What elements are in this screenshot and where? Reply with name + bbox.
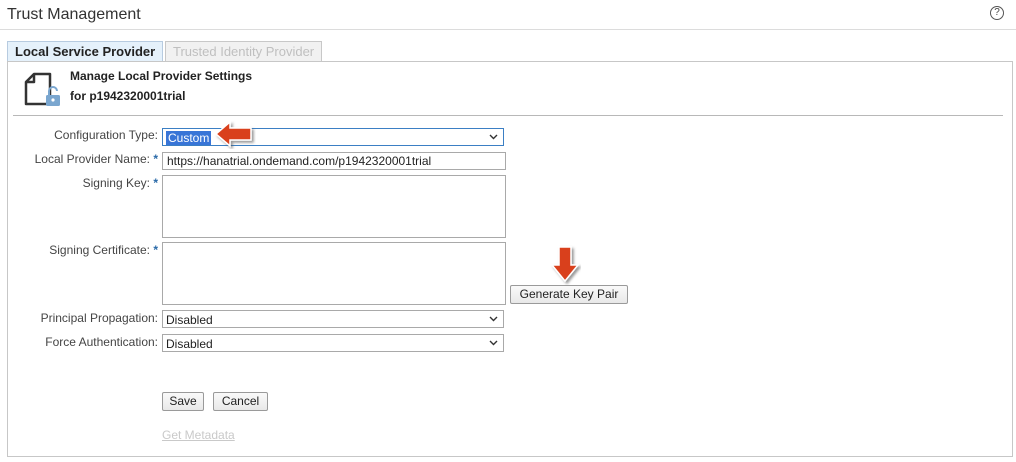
document-lock-icon bbox=[24, 72, 60, 106]
configuration-type-label: Configuration Type: bbox=[8, 128, 158, 142]
required-marker: * bbox=[153, 243, 158, 257]
save-button[interactable]: Save bbox=[162, 392, 204, 411]
divider bbox=[13, 115, 1003, 116]
force-authentication-label-text: Force Authentication: bbox=[45, 335, 158, 349]
signing-key-textarea[interactable] bbox=[162, 175, 506, 238]
signing-certificate-label-text: Signing Certificate: bbox=[49, 243, 150, 257]
help-icon[interactable]: ? bbox=[990, 6, 1004, 20]
page-header: Trust Management ? bbox=[0, 0, 1016, 30]
panel-heading: Manage Local Provider Settings bbox=[70, 69, 253, 83]
required-marker: * bbox=[153, 176, 158, 190]
principal-propagation-select[interactable]: Disabled bbox=[162, 310, 504, 328]
configuration-type-label-text: Configuration Type: bbox=[54, 128, 158, 142]
required-marker: * bbox=[153, 152, 158, 166]
force-authentication-value: Disabled bbox=[166, 337, 213, 351]
cancel-button[interactable]: Cancel bbox=[213, 392, 268, 411]
force-authentication-select[interactable]: Disabled bbox=[162, 334, 504, 352]
local-provider-name-label: Local Provider Name: * bbox=[8, 152, 158, 166]
signing-certificate-textarea[interactable] bbox=[162, 242, 506, 305]
signing-key-label-text: Signing Key: bbox=[82, 176, 150, 190]
get-metadata-link[interactable]: Get Metadata bbox=[162, 428, 235, 442]
local-provider-name-label-text: Local Provider Name: bbox=[34, 152, 150, 166]
force-authentication-label: Force Authentication: bbox=[8, 335, 158, 349]
tab-local-service-provider[interactable]: Local Service Provider bbox=[7, 41, 164, 61]
generate-key-pair-button[interactable]: Generate Key Pair bbox=[510, 285, 628, 304]
principal-propagation-value: Disabled bbox=[166, 313, 213, 327]
settings-panel: Manage Local Provider Settings for p1942… bbox=[7, 61, 1013, 457]
annotation-arrow-left-icon bbox=[214, 120, 252, 148]
signing-key-label: Signing Key: * bbox=[8, 176, 158, 190]
local-provider-name-input[interactable]: https://hanatrial.ondemand.com/p19423200… bbox=[162, 152, 506, 170]
chevron-down-icon bbox=[489, 340, 498, 346]
signing-certificate-label: Signing Certificate: * bbox=[8, 243, 158, 257]
panel-subheading: for p1942320001trial bbox=[70, 89, 186, 103]
principal-propagation-label-text: Principal Propagation: bbox=[40, 311, 158, 325]
principal-propagation-label: Principal Propagation: bbox=[8, 311, 158, 325]
tab-trusted-identity-provider[interactable]: Trusted Identity Provider bbox=[165, 41, 323, 61]
page-title: Trust Management bbox=[7, 6, 141, 23]
chevron-down-icon bbox=[489, 316, 498, 322]
configuration-type-value: Custom bbox=[166, 131, 212, 145]
chevron-down-icon bbox=[489, 134, 498, 140]
annotation-arrow-down-icon bbox=[550, 246, 580, 283]
